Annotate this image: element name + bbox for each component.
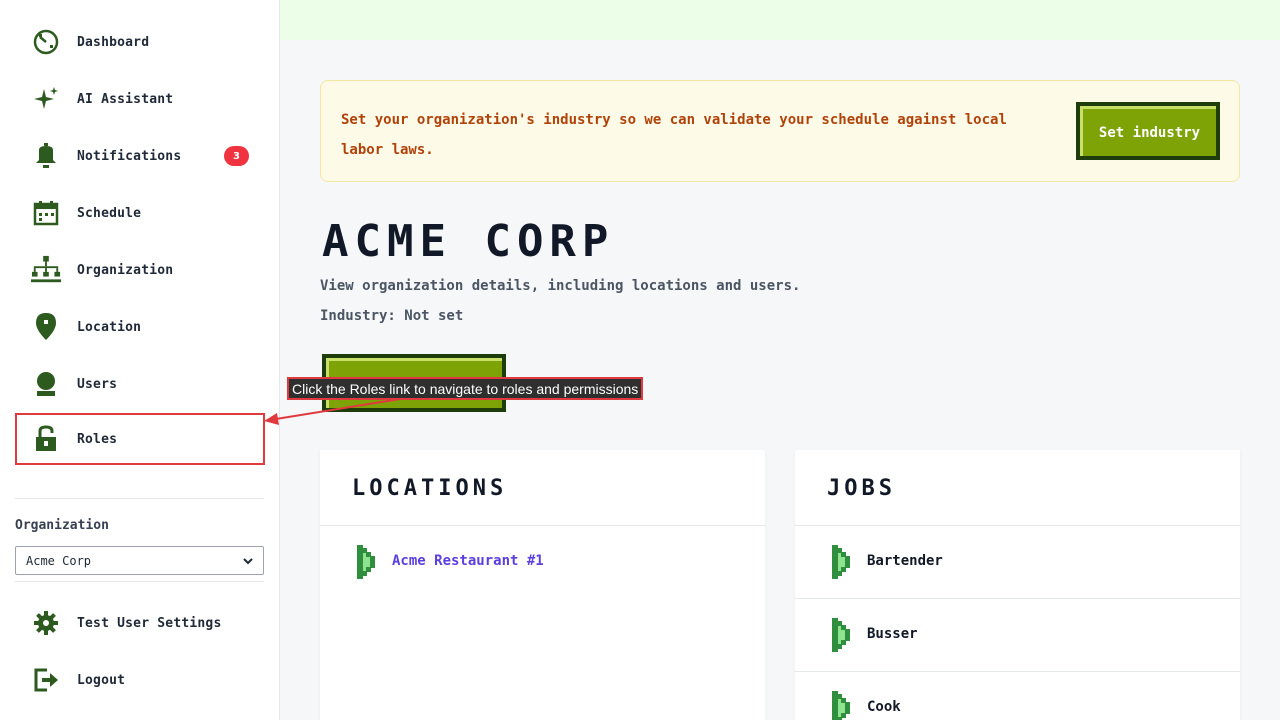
sidebar-item-label: Location [77,319,142,335]
play-arrow-icon [832,618,852,652]
sparkle-icon [31,84,61,114]
sidebar-item-notifications[interactable]: Notifications 3 [15,130,265,182]
notification-count-badge: 3 [224,146,249,166]
top-bar [280,0,1280,40]
sidebar: Dashboard AI Assistant Notifications 3 S… [0,0,280,720]
sidebar-item-users[interactable]: Users [15,358,265,410]
sidebar-item-schedule[interactable]: Schedule [15,187,265,239]
sidebar-item-dashboard[interactable]: Dashboard [15,16,265,68]
org-chart-icon [31,255,61,285]
jobs-card: JOBS Bartender Busser Cook [795,450,1240,720]
annotation-tooltip: Click the Roles link to navigate to role… [287,377,644,400]
job-name: Cook [867,699,901,715]
chevron-down-icon [243,554,253,568]
sidebar-item-label: Test User Settings [77,615,222,631]
calendar-icon [31,198,61,228]
location-pin-icon [31,312,61,342]
locations-card-title: LOCATIONS [352,476,508,501]
banner-message: Set your organization's industry so we c… [341,112,1007,158]
sidebar-item-label: Organization [77,262,174,278]
industry-status: Industry: Not set [320,308,464,324]
sidebar-item-label: Dashboard [77,34,150,50]
logout-icon [31,665,61,695]
organization-label: Organization [15,518,109,533]
list-item[interactable]: Cook [795,672,1240,720]
organization-select-value: Acme Corp [26,553,92,568]
lock-icon [31,424,61,454]
sidebar-item-logout[interactable]: Logout [15,654,265,706]
list-item[interactable]: Bartender [795,526,1240,599]
list-item[interactable]: Busser [795,599,1240,672]
location-link[interactable]: Acme Restaurant #1 [392,553,544,569]
user-icon [31,369,61,399]
page-description: View organization details, including loc… [320,278,801,294]
sidebar-item-label: Logout [77,672,126,688]
sidebar-item-label: Notifications [77,148,182,164]
play-arrow-icon [832,545,852,579]
sidebar-item-label: AI Assistant [77,91,174,107]
bell-icon [31,141,61,171]
sidebar-item-label: Schedule [77,205,142,221]
page-title: ACME CORP [322,216,615,267]
sidebar-item-ai-assistant[interactable]: AI Assistant [15,73,265,125]
list-item[interactable]: Acme Restaurant #1 [320,526,765,599]
sidebar-divider [15,581,264,582]
job-name: Busser [867,626,918,642]
dashboard-icon [31,27,61,57]
job-name: Bartender [867,553,943,569]
sidebar-item-organization[interactable]: Organization [15,244,265,296]
sidebar-item-location[interactable]: Location [15,301,265,353]
sidebar-item-label: Users [77,376,118,392]
organization-select[interactable]: Acme Corp [15,546,264,575]
jobs-card-title: JOBS [827,476,896,501]
set-industry-button-label: Set industry [1080,106,1216,156]
sidebar-item-test-user-settings[interactable]: Test User Settings [15,597,265,649]
partial-icon [34,486,58,492]
gear-icon [31,608,61,638]
industry-warning-banner: Set your organization's industry so we c… [320,80,1240,182]
locations-card: LOCATIONS Acme Restaurant #1 [320,450,765,720]
sidebar-item-roles[interactable]: Roles [15,413,265,465]
play-arrow-icon [832,691,852,720]
sidebar-item-label: Roles [77,431,118,447]
sidebar-divider [15,498,264,499]
set-industry-button[interactable]: Set industry [1076,102,1220,160]
play-arrow-icon [357,545,377,579]
